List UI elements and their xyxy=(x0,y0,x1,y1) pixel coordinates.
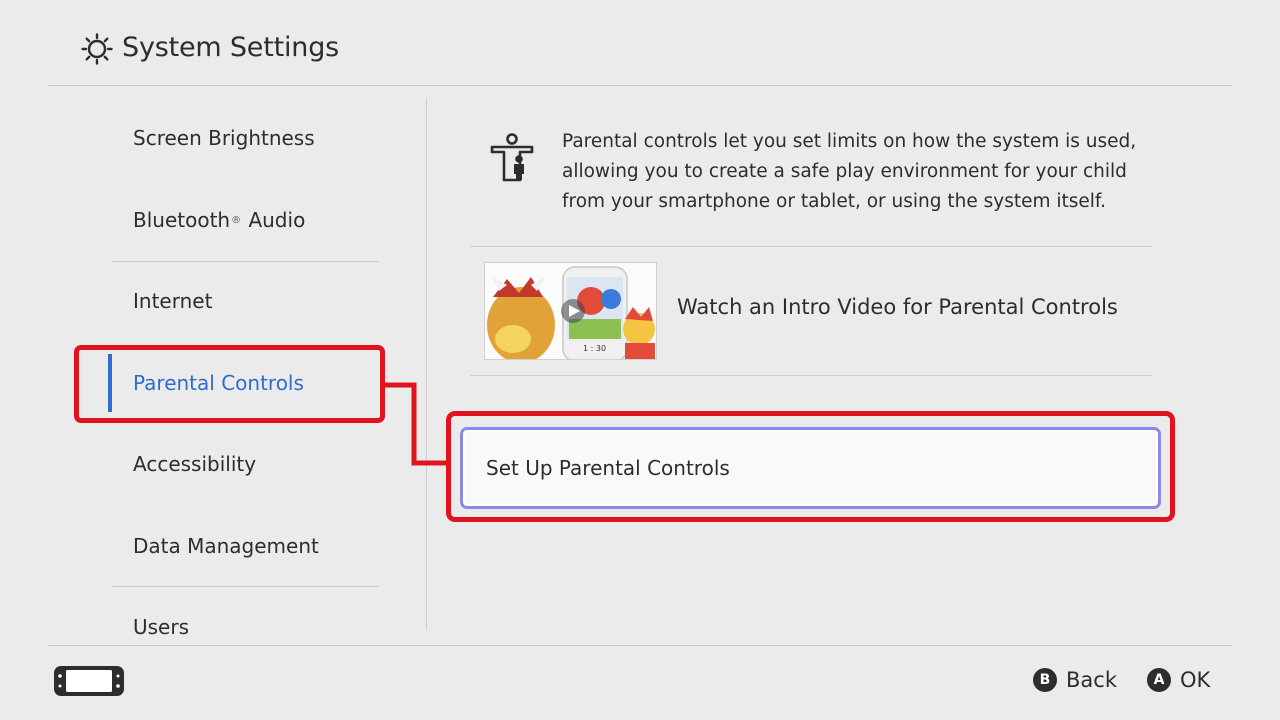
back-button[interactable]: B Back xyxy=(1033,668,1117,692)
video-thumbnail: 1 : 30 xyxy=(484,262,657,360)
sidebar-item-label-suffix: Audio xyxy=(248,208,306,232)
page-title: System Settings xyxy=(122,32,340,63)
sidebar-item-label: Internet xyxy=(133,289,213,313)
ok-button[interactable]: A OK xyxy=(1147,668,1210,692)
sidebar-item-label: Screen Brightness xyxy=(133,126,315,150)
sidebar-item-label: Bluetooth xyxy=(133,208,231,232)
sidebar-item-bluetooth-audio[interactable]: Bluetooth ® Audio xyxy=(112,190,379,250)
sidebar-separator xyxy=(112,261,379,262)
sidebar-divider xyxy=(426,98,427,630)
sidebar-separator xyxy=(112,586,379,587)
set-up-parental-controls-label: Set Up Parental Controls xyxy=(486,456,730,480)
intro-video-item[interactable]: 1 : 30 Watch an Intro Video for Parental… xyxy=(470,247,1152,375)
video-duration: 1 : 30 xyxy=(583,344,606,353)
set-up-parental-controls-button[interactable]: Set Up Parental Controls xyxy=(460,427,1161,509)
footer: B Back A OK xyxy=(48,645,1232,720)
content-separator xyxy=(470,375,1152,376)
sidebar-item-label: Accessibility xyxy=(133,452,257,476)
sidebar-item-label: Data Management xyxy=(133,534,319,558)
sidebar-item-internet[interactable]: Internet xyxy=(112,271,379,331)
sidebar-item-accessibility[interactable]: Accessibility xyxy=(112,434,379,494)
b-button-icon: B xyxy=(1033,668,1057,692)
sidebar-item-label: Users xyxy=(133,615,190,639)
sidebar-item-label: Parental Controls xyxy=(133,371,304,395)
gear-icon xyxy=(81,33,113,65)
sidebar-item-screen-brightness[interactable]: Screen Brightness xyxy=(112,108,379,168)
ok-label: OK xyxy=(1180,668,1211,692)
header: System Settings xyxy=(48,0,1232,86)
a-button-icon: A xyxy=(1147,668,1171,692)
intro-video-label: Watch an Intro Video for Parental Contro… xyxy=(677,295,1118,319)
back-label: Back xyxy=(1066,668,1117,692)
info-text: Parental controls let you set limits on … xyxy=(562,131,1137,212)
registered-mark: ® xyxy=(231,214,242,226)
parent-child-icon xyxy=(490,133,534,182)
sidebar-item-data-management[interactable]: Data Management xyxy=(112,516,379,576)
console-icon xyxy=(54,666,124,696)
sidebar-item-parental-controls[interactable]: Parental Controls xyxy=(112,353,379,413)
